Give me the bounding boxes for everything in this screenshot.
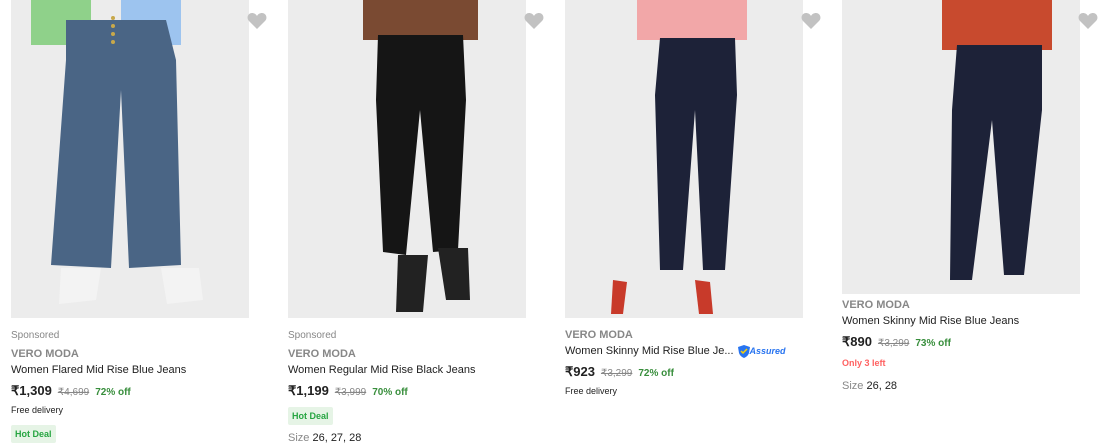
delivery-info: Free delivery — [565, 386, 618, 396]
size-info: Size 26, 27, 28 — [288, 431, 548, 445]
price-row: ₹923 ₹3,299 72% off — [565, 364, 825, 380]
assured-badge: Assured — [737, 344, 786, 358]
product-title[interactable]: Women Skinny Mid Rise Blue Je... Assured — [565, 344, 825, 358]
product-price: ₹923 — [565, 364, 595, 379]
size-values: 26, 27, 28 — [312, 432, 362, 444]
product-title[interactable]: Women Regular Mid Rise Black Jeans — [288, 363, 548, 377]
price-row: ₹890 ₹3,299 73% off — [842, 334, 1102, 350]
product-image[interactable] — [842, 0, 1080, 294]
price-row: ₹1,199 ₹3,999 70% off — [288, 383, 548, 399]
product-title-text[interactable]: Women Regular Mid Rise Black Jeans — [288, 363, 475, 377]
size-values: 26, 28 — [866, 380, 898, 392]
product-mrp: ₹4,699 — [57, 387, 90, 398]
product-mrp: ₹3,299 — [877, 338, 910, 349]
product-discount: 73% off — [915, 338, 951, 349]
product-title-text[interactable]: Women Skinny Mid Rise Blue Jeans — [842, 314, 1019, 328]
product-brand: VERO MODA — [842, 299, 910, 311]
sponsored-label: Sponsored — [11, 330, 60, 341]
product-title-text[interactable]: Women Flared Mid Rise Blue Jeans — [11, 363, 186, 377]
product-price: ₹890 — [842, 334, 872, 349]
product-price: ₹1,199 — [288, 383, 329, 398]
delivery-info: Free delivery — [11, 405, 64, 415]
stock-warning: Only 3 left — [842, 358, 886, 368]
size-info: Size 26, 28 — [842, 379, 1102, 393]
product-image[interactable] — [565, 0, 803, 318]
product-brand: VERO MODA — [565, 329, 633, 341]
assured-label: Assured — [749, 346, 786, 356]
product-title-text[interactable]: Women Skinny Mid Rise Blue Je... — [565, 344, 734, 358]
product-image[interactable] — [288, 0, 526, 318]
product-price: ₹1,309 — [11, 383, 52, 398]
product-title[interactable]: Women Flared Mid Rise Blue Jeans — [11, 363, 271, 377]
product-mrp: ₹3,299 — [600, 368, 633, 379]
price-row: ₹1,309 ₹4,699 72% off — [11, 383, 271, 399]
size-label: Size — [288, 432, 310, 444]
product-brand: VERO MODA — [11, 348, 79, 360]
hot-deal-badge: Hot Deal — [288, 407, 333, 425]
wishlist-heart-icon[interactable] — [801, 12, 825, 34]
product-discount: 70% off — [372, 387, 408, 398]
product-discount: 72% off — [95, 387, 131, 398]
wishlist-heart-icon[interactable] — [247, 12, 271, 34]
sponsored-label: Sponsored — [288, 330, 337, 341]
shield-icon — [737, 344, 750, 358]
product-mrp: ₹3,999 — [334, 387, 367, 398]
wishlist-heart-icon[interactable] — [1078, 12, 1102, 34]
product-title[interactable]: Women Skinny Mid Rise Blue Jeans — [842, 314, 1102, 328]
wishlist-heart-icon[interactable] — [524, 12, 548, 34]
product-brand: VERO MODA — [288, 348, 356, 360]
size-label: Size — [842, 380, 864, 392]
hot-deal-badge: Hot Deal — [11, 425, 56, 443]
product-image[interactable] — [11, 0, 249, 318]
product-discount: 72% off — [638, 368, 674, 379]
